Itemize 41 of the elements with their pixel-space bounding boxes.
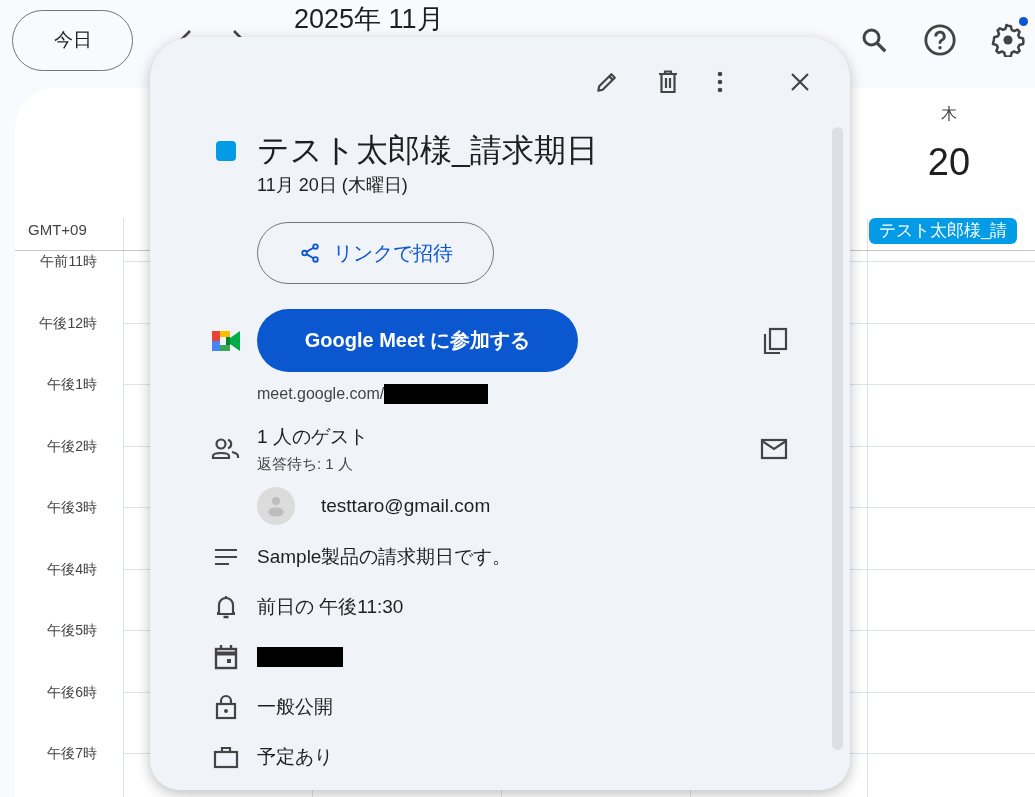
timezone-label: GMT+09 [27,220,88,238]
event-description: Sample製品の請求期日です。 [257,545,512,569]
reminder-text: 前日の 午後11:30 [257,595,404,619]
avatar-icon [257,487,295,525]
hour-label: 午後4時 [47,559,97,579]
guest-count: 1 人のゲスト [257,425,368,449]
help-icon[interactable] [923,23,957,57]
event-title: テスト太郎様_請求期日 [257,131,598,170]
guest-email: testtaro@gmail.com [321,495,491,517]
visibility-text: 一般公開 [257,695,333,719]
hour-label: 午後12時 [39,313,97,333]
meet-link[interactable]: meet.google.com/ [257,385,385,403]
hour-label: 午後2時 [47,436,97,456]
more-icon[interactable] [716,70,724,94]
pending-responses: 返答待ち: 1 人 [257,455,353,474]
copy-icon[interactable] [762,326,788,355]
people-icon [211,437,241,461]
availability-text: 予定あり [257,745,333,769]
calendar-icon [214,644,238,670]
hour-label: 午後3時 [47,498,97,517]
hour-label: 午後5時 [47,621,97,640]
event-color-square [216,141,236,161]
close-icon[interactable] [790,72,810,92]
lock-icon [215,694,237,720]
weekday-label: 木 [941,104,957,124]
description-icon [214,548,238,566]
hour-label: 午後6時 [47,682,97,702]
hour-label: 午後1時 [47,375,97,394]
bell-icon [215,594,237,620]
hour-label: 午前11時 [40,252,97,271]
event-date: 11月 20日 (木曜日) [257,174,408,197]
share-icon [298,242,321,264]
settings-icon[interactable] [991,23,1025,57]
briefcase-icon [213,745,239,769]
video-meeting-icon [211,328,241,353]
hour-label: 午後7時 [47,744,97,763]
delete-icon[interactable] [656,69,680,95]
month-title: 2025年 11月 [294,4,444,34]
date-number[interactable]: 20 [927,141,971,184]
join-meet-button[interactable]: Google Meet に参加する [257,309,578,372]
mail-icon[interactable] [760,438,788,460]
